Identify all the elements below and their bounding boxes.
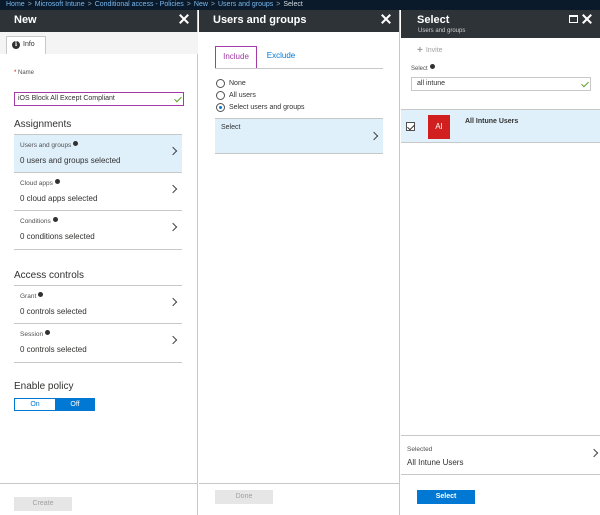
- chevron-right-icon: [369, 131, 379, 141]
- tab-info-label: Info: [23, 41, 35, 48]
- name-label: * Name: [14, 70, 35, 76]
- close-icon[interactable]: [179, 14, 189, 24]
- select-button[interactable]: Select: [417, 490, 475, 504]
- row-value: 0 controls selected: [20, 345, 87, 354]
- search-input[interactable]: all intune: [411, 77, 591, 91]
- row-label: Users and groups: [20, 141, 79, 149]
- blade-header: New: [0, 10, 197, 32]
- info-icon: [45, 330, 51, 335]
- chevron-right-icon: [168, 146, 178, 156]
- radio-all-users-label: All users: [229, 92, 256, 99]
- result-name: All Intune Users: [465, 118, 519, 125]
- search-value: all intune: [417, 80, 446, 87]
- blade-title: New: [14, 14, 37, 26]
- row-value: 0 controls selected: [20, 307, 87, 316]
- invite-button[interactable]: + Invite: [417, 45, 443, 56]
- tab-divider: [215, 68, 383, 69]
- footer-divider: [0, 483, 197, 484]
- breadcrumb-policies[interactable]: Conditional access - Policies: [95, 1, 184, 8]
- assignments-heading: Assignments: [14, 119, 72, 130]
- blade-subtitle: Users and groups: [418, 28, 466, 34]
- list-item[interactable]: AI All Intune Users: [401, 109, 600, 143]
- enable-policy-toggle[interactable]: On Off: [14, 398, 95, 411]
- footer-divider: [199, 483, 399, 484]
- info-icon: [38, 292, 44, 297]
- toggle-off[interactable]: Off: [55, 399, 95, 410]
- breadcrumb-intune[interactable]: Microsoft Intune: [35, 1, 85, 8]
- done-button[interactable]: Done: [215, 490, 273, 504]
- tab-include[interactable]: Include: [215, 46, 257, 68]
- tab-bar: i Info: [0, 32, 198, 54]
- row-value: 0 users and groups selected: [20, 156, 121, 165]
- blade-header: Select Users and groups: [401, 10, 600, 38]
- cloud-apps-row[interactable]: Cloud apps 0 cloud apps selected: [14, 172, 182, 210]
- breadcrumb-users-groups[interactable]: Users and groups: [218, 1, 273, 8]
- select-label: Select: [221, 124, 241, 131]
- checkbox[interactable]: [406, 122, 415, 131]
- row-label: Grant: [20, 292, 44, 300]
- breadcrumb-select: Select: [283, 1, 303, 8]
- row-label: Cloud apps: [20, 179, 60, 187]
- row-label: Conditions: [20, 217, 58, 225]
- new-policy-blade: New i Info * Name iOS Block All Except C…: [0, 10, 198, 515]
- info-icon: [54, 179, 60, 184]
- blade-header: Users and groups: [199, 10, 399, 32]
- select-users-row[interactable]: Select: [215, 118, 383, 154]
- selected-summary[interactable]: Selected All Intune Users: [401, 435, 600, 474]
- selected-label: Selected: [407, 446, 433, 453]
- session-row[interactable]: Session 0 controls selected: [14, 323, 182, 363]
- row-value: 0 cloud apps selected: [20, 194, 98, 203]
- info-icon: [429, 64, 435, 69]
- grant-row[interactable]: Grant 0 controls selected: [14, 285, 182, 323]
- breadcrumb-home[interactable]: Home: [6, 1, 25, 8]
- blade-title: Select: [417, 14, 450, 26]
- selected-value: All Intune Users: [407, 458, 464, 467]
- maximize-icon[interactable]: [569, 15, 578, 23]
- row-value: 0 conditions selected: [20, 232, 95, 241]
- create-button[interactable]: Create: [14, 497, 72, 511]
- chevron-right-icon: [589, 448, 599, 458]
- radio-none-label: None: [229, 80, 246, 87]
- conditions-row[interactable]: Conditions 0 conditions selected: [14, 210, 182, 250]
- users-and-groups-row[interactable]: Users and groups 0 users and groups sele…: [14, 134, 182, 172]
- name-field[interactable]: iOS Block All Except Compliant: [14, 92, 184, 106]
- invite-label: Invite: [425, 47, 443, 54]
- valid-check-icon: [174, 94, 182, 103]
- access-controls-heading: Access controls: [14, 270, 85, 281]
- chevron-right-icon: [168, 184, 178, 194]
- toggle-on[interactable]: On: [15, 399, 55, 410]
- radio-all-users[interactable]: [216, 91, 225, 100]
- chevron-right-icon: [168, 222, 178, 232]
- valid-check-icon: [581, 79, 589, 88]
- chevron-right-icon: [168, 297, 178, 307]
- breadcrumb: Home > Microsoft Intune > Conditional access…: [0, 0, 600, 10]
- footer-divider: [401, 474, 600, 475]
- blade-title: Users and groups: [213, 14, 307, 26]
- radio-select-users-label: Select users and groups: [229, 104, 305, 111]
- radio-none[interactable]: [216, 79, 225, 88]
- chevron-right-icon: [168, 335, 178, 345]
- name-value: iOS Block All Except Compliant: [18, 95, 115, 102]
- plus-icon: +: [417, 45, 423, 56]
- close-icon[interactable]: [582, 14, 592, 24]
- tab-exclude[interactable]: Exclude: [259, 46, 303, 68]
- enable-policy-heading: Enable policy: [14, 381, 74, 392]
- row-label: Session: [20, 330, 51, 338]
- select-blade: Select Users and groups + Invite Select a…: [401, 10, 600, 515]
- breadcrumb-new[interactable]: New: [194, 1, 208, 8]
- info-icon: i: [12, 41, 20, 49]
- tab-info[interactable]: i Info: [6, 36, 46, 54]
- users-and-groups-blade: Users and groups Include Exclude None Al…: [199, 10, 400, 515]
- info-icon: [73, 141, 79, 146]
- avatar: AI: [428, 115, 450, 139]
- radio-select-users[interactable]: [216, 103, 225, 112]
- info-icon: [52, 217, 58, 222]
- select-search-label: Select: [411, 64, 435, 72]
- close-icon[interactable]: [381, 14, 391, 24]
